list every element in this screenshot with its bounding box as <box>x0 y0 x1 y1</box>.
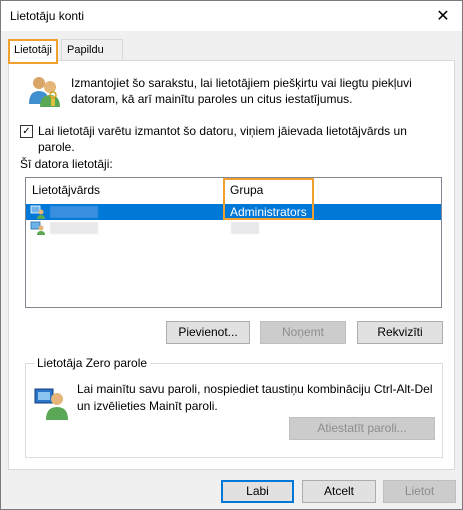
remove-user-button[interactable]: Noņemt <box>260 321 346 344</box>
apply-button[interactable]: Lietot <box>383 480 456 503</box>
tab-users[interactable]: Lietotāji <box>8 39 58 64</box>
title-bar: Lietotāju konti ✕ <box>1 1 462 31</box>
user-password-icon <box>34 388 68 420</box>
require-password-label: Lai lietotāji varētu izmantot šo datoru,… <box>38 124 407 154</box>
properties-button[interactable]: Rekvizīti <box>357 321 443 344</box>
table-row[interactable]: Administrators <box>26 204 441 220</box>
password-groupbox: Lietotāja Zero parole Lai mainītu savu p… <box>25 356 443 458</box>
users-tab-panel: Izmantojiet šo sarakstu, lai lietotājiem… <box>8 60 455 470</box>
password-groupbox-legend: Lietotāja Zero parole <box>34 356 151 370</box>
tab-advanced[interactable]: Papildu iestatījumi <box>61 39 123 76</box>
row-group-cell: Administrators <box>230 205 307 219</box>
redacted-group <box>231 222 259 234</box>
reset-password-button[interactable]: Atiestatīt paroli... <box>289 417 435 440</box>
window-title: Lietotāju konti <box>10 9 85 23</box>
intro-text: Izmantojiet šo sarakstu, lai lietotājiem… <box>71 76 412 106</box>
password-instructions: Lai mainītu savu paroli, nospiediet taus… <box>77 382 433 413</box>
redacted-username <box>50 222 98 234</box>
listview-header: Lietotājvārds Grupa <box>26 178 441 202</box>
column-header-username[interactable]: Lietotājvārds <box>26 178 224 202</box>
redacted-username <box>50 206 98 218</box>
user-row-icon <box>30 205 45 219</box>
users-icon <box>29 77 60 107</box>
user-row-icon <box>30 221 45 235</box>
column-header-group[interactable]: Grupa <box>224 178 314 202</box>
table-row[interactable] <box>26 220 441 236</box>
require-password-checkbox[interactable]: ✓ <box>20 125 33 138</box>
close-icon[interactable]: ✕ <box>432 5 454 27</box>
users-listview[interactable]: Lietotājvārds Grupa Administrators <box>25 177 442 308</box>
ok-button[interactable]: Labi <box>221 480 294 503</box>
add-user-button[interactable]: Pievienot... <box>166 321 250 344</box>
cancel-button[interactable]: Atcelt <box>302 480 376 503</box>
users-list-caption: Šī datora lietotāji: <box>20 157 113 171</box>
user-accounts-dialog: Lietotāju konti ✕ Lietotāji Papildu iest… <box>0 0 463 510</box>
